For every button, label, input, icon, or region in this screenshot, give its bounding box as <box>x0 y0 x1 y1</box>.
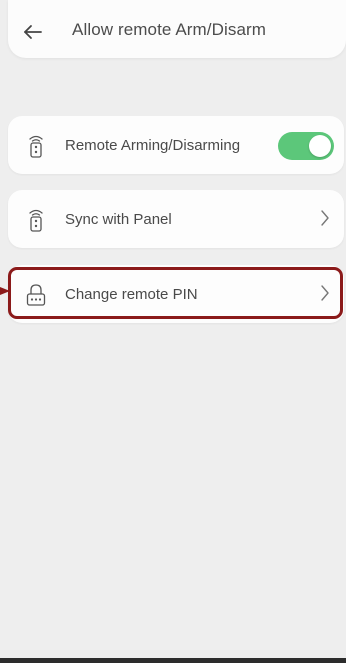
chevron-right-icon <box>321 285 329 301</box>
remote-arming-label: Remote Arming/Disarming <box>65 137 241 154</box>
chevron-right-icon <box>321 210 329 226</box>
back-arrow-icon[interactable] <box>22 22 44 42</box>
remote-control-icon <box>29 135 43 158</box>
screen: Allow remote Arm/Disarm Remote Arming/Di… <box>0 0 346 663</box>
change-remote-pin-row[interactable]: Change remote PIN <box>8 265 344 323</box>
bottom-edge <box>0 658 346 663</box>
remote-arming-row: Remote Arming/Disarming <box>8 116 344 174</box>
lock-pin-icon <box>26 284 46 306</box>
remote-control-icon <box>29 209 43 232</box>
header-bar: Allow remote Arm/Disarm <box>8 0 346 58</box>
pointer-arrow-icon <box>0 287 10 295</box>
page-title: Allow remote Arm/Disarm <box>72 20 267 39</box>
sync-with-panel-row[interactable]: Sync with Panel <box>8 190 344 248</box>
remote-arming-toggle[interactable] <box>278 132 334 160</box>
change-remote-pin-label: Change remote PIN <box>65 286 198 303</box>
sync-with-panel-label: Sync with Panel <box>65 211 172 228</box>
toggle-knob <box>309 135 331 157</box>
